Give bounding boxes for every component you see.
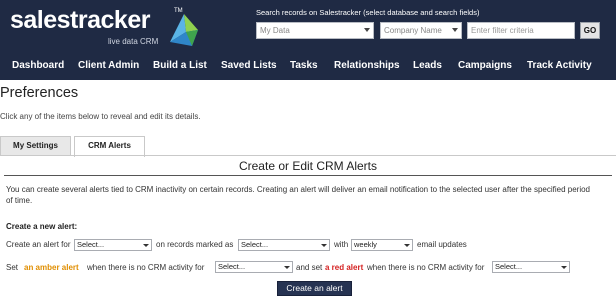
row1-with: with xyxy=(334,240,349,249)
tab-my-settings[interactable]: My Settings xyxy=(0,136,71,156)
red-alert-label: a red alert xyxy=(325,263,364,272)
row1-prefix: Create an alert for xyxy=(6,240,71,249)
chevron-down-icon xyxy=(321,244,327,247)
search-field-select[interactable]: Company Name xyxy=(380,22,462,39)
frequency-value: weekly xyxy=(354,240,377,249)
go-button[interactable]: GO xyxy=(580,22,600,39)
chevron-down-icon xyxy=(404,244,410,247)
nav-item-tasks[interactable]: Tasks xyxy=(290,59,318,73)
nav-item-build-a-list[interactable]: Build a List xyxy=(153,59,207,73)
filter-criteria-input[interactable] xyxy=(467,22,575,39)
frequency-select[interactable]: weekly xyxy=(351,239,413,251)
row1-suffix: email updates xyxy=(417,240,467,249)
amber-alert-label: an amber alert xyxy=(24,263,79,272)
brand-mark-icon xyxy=(170,14,198,46)
page-title: Preferences xyxy=(0,85,79,101)
search-field-select-value: Company Name xyxy=(384,26,442,35)
alert-user-value: Select... xyxy=(77,240,105,249)
amber-period-select[interactable]: Select... xyxy=(215,261,293,273)
red-period-value: Select... xyxy=(495,262,523,271)
main-nav: Dashboard Client Admin Build a List Save… xyxy=(0,59,616,79)
search-label: Search records on Salestracker (select d… xyxy=(256,8,480,17)
brand-tagline: live data CRM xyxy=(108,37,159,46)
tab-crm-alerts[interactable]: CRM Alerts xyxy=(74,136,145,157)
database-select-value: My Data xyxy=(260,26,290,35)
chevron-down-icon xyxy=(452,28,458,32)
chevron-down-icon xyxy=(561,266,567,269)
alerts-title: Create or Edit CRM Alerts xyxy=(238,159,378,173)
create-alert-label: Create a new alert: xyxy=(6,222,78,231)
row1-middle: on records marked as xyxy=(156,240,234,249)
database-select[interactable]: My Data xyxy=(256,22,374,39)
nav-item-relationships[interactable]: Relationships xyxy=(334,59,400,73)
alerts-description: You can create several alerts tied to CR… xyxy=(6,185,590,205)
red-period-select[interactable]: Select... xyxy=(492,261,570,273)
alert-user-select[interactable]: Select... xyxy=(74,239,152,251)
nav-item-saved-lists[interactable]: Saved Lists xyxy=(221,59,277,73)
record-status-select[interactable]: Select... xyxy=(238,239,330,251)
nav-item-client-admin[interactable]: Client Admin xyxy=(78,59,139,73)
chevron-down-icon xyxy=(364,28,370,32)
nav-item-dashboard[interactable]: Dashboard xyxy=(12,59,64,73)
alerts-divider xyxy=(4,175,612,176)
tabs-divider xyxy=(0,155,616,156)
brand-logo[interactable]: salestracker TM live data CRM xyxy=(10,6,210,46)
nav-item-leads[interactable]: Leads xyxy=(413,59,442,73)
record-status-value: Select... xyxy=(241,240,269,249)
row2-amber-condition: when there is no CRM activity for xyxy=(87,263,205,272)
page-subtitle: Click any of the items below to reveal a… xyxy=(0,112,201,121)
chevron-down-icon xyxy=(284,266,290,269)
nav-item-campaigns[interactable]: Campaigns xyxy=(458,59,512,73)
nav-item-track-activity[interactable]: Track Activity xyxy=(527,59,592,73)
row2-and-set: and set xyxy=(296,263,323,272)
amber-period-value: Select... xyxy=(218,262,246,271)
brand-name: salestracker xyxy=(10,6,150,34)
chevron-down-icon xyxy=(143,244,149,247)
top-header: salestracker TM live data CRM Search rec… xyxy=(0,0,616,80)
create-alert-button[interactable]: Create an alert xyxy=(277,281,352,296)
row2-red-condition: when there is no CRM activity for xyxy=(367,263,485,272)
row2-set: Set xyxy=(6,263,19,272)
